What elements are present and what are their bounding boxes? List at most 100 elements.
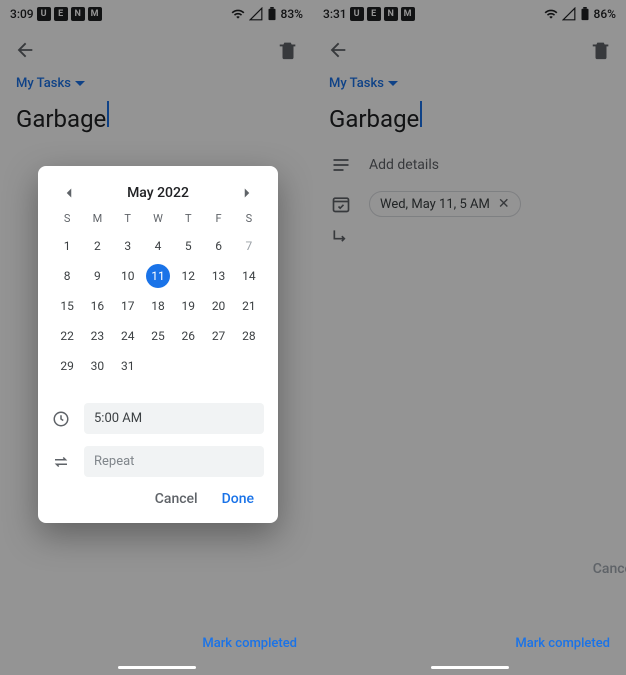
- calendar-day: [234, 351, 264, 381]
- task-title-input[interactable]: Garbage: [313, 101, 626, 147]
- repeat-field[interactable]: Repeat: [84, 446, 264, 477]
- text-cursor: [107, 101, 109, 127]
- task-title-text: Garbage: [16, 105, 106, 133]
- clock-icon: [52, 410, 70, 428]
- calendar-day[interactable]: 27: [203, 321, 233, 351]
- signal-icon: [249, 7, 263, 21]
- battery-text: 83%: [281, 7, 303, 21]
- notif-icon-e: E: [367, 7, 381, 21]
- list-selector[interactable]: My Tasks: [0, 72, 313, 101]
- wifi-icon: [231, 7, 245, 21]
- calendar-day[interactable]: 20: [203, 291, 233, 321]
- calendar-day[interactable]: 12: [173, 261, 203, 291]
- text-cursor: [420, 101, 422, 127]
- calendar-day[interactable]: 18: [143, 291, 173, 321]
- home-indicator: [118, 666, 196, 669]
- chip-remove-icon[interactable]: ✕: [498, 196, 510, 212]
- notif-icon-n: N: [384, 7, 398, 21]
- calendar-day[interactable]: 22: [52, 321, 82, 351]
- list-label: My Tasks: [16, 76, 71, 91]
- calendar-day[interactable]: 3: [113, 231, 143, 261]
- notif-icon-m: M: [88, 7, 102, 21]
- list-selector[interactable]: My Tasks: [313, 72, 626, 101]
- dropdown-icon: [75, 79, 85, 89]
- calendar-day[interactable]: 16: [82, 291, 112, 321]
- calendar-day[interactable]: 9: [82, 261, 112, 291]
- dow-w: W: [143, 212, 173, 225]
- back-icon[interactable]: [327, 39, 349, 61]
- calendar-day[interactable]: 10: [113, 261, 143, 291]
- mark-completed-button[interactable]: Mark completed: [515, 636, 610, 651]
- status-bar: 3:31 U E N M 86%: [313, 0, 626, 28]
- calendar-day[interactable]: 4: [143, 231, 173, 261]
- calendar-day[interactable]: 5: [173, 231, 203, 261]
- calendar-day: [173, 351, 203, 381]
- calendar-day: [203, 351, 233, 381]
- calendar-day[interactable]: 29: [52, 351, 82, 381]
- done-button[interactable]: Done: [222, 491, 254, 507]
- calendar-day[interactable]: 15: [52, 291, 82, 321]
- dow-header: S M T W T F S: [52, 212, 264, 231]
- delete-icon[interactable]: [277, 39, 299, 61]
- calendar-day[interactable]: 14: [234, 261, 264, 291]
- calendar-day[interactable]: 2: [82, 231, 112, 261]
- calendar-day[interactable]: 1: [52, 231, 82, 261]
- calendar-day[interactable]: 11: [143, 261, 173, 291]
- subtask-icon: [331, 227, 351, 247]
- calendar-icon: [331, 194, 351, 214]
- dow-s2: S: [234, 212, 264, 225]
- phone-left: 3:09 U E N M 83% My Tasks Garbage May 20…: [0, 0, 313, 675]
- wifi-icon: [544, 7, 558, 21]
- notif-icon-e: E: [54, 7, 68, 21]
- calendar-day[interactable]: 21: [234, 291, 264, 321]
- details-icon: [331, 155, 351, 175]
- status-time: 3:09: [10, 7, 34, 21]
- app-bar: [0, 28, 313, 72]
- calendar-day[interactable]: 17: [113, 291, 143, 321]
- calendar-day[interactable]: 25: [143, 321, 173, 351]
- date-row: Wed, May 11, 5 AM ✕: [313, 183, 626, 225]
- list-label: My Tasks: [329, 76, 384, 91]
- details-row[interactable]: Add details: [313, 147, 626, 183]
- notif-icon-m: M: [401, 7, 415, 21]
- calendar-day[interactable]: 24: [113, 321, 143, 351]
- details-placeholder: Add details: [369, 157, 439, 173]
- back-icon[interactable]: [14, 39, 36, 61]
- time-field[interactable]: 5:00 AM: [84, 403, 264, 434]
- calendar-day[interactable]: 28: [234, 321, 264, 351]
- dow-t: T: [113, 212, 143, 225]
- calendar-day[interactable]: 31: [113, 351, 143, 381]
- cancel-button[interactable]: Cancel: [155, 491, 198, 507]
- task-title-input[interactable]: Garbage: [0, 101, 313, 147]
- calendar-day[interactable]: 7: [234, 231, 264, 261]
- calendar-day[interactable]: 26: [173, 321, 203, 351]
- battery-text: 86%: [594, 7, 616, 21]
- calendar-day[interactable]: 30: [82, 351, 112, 381]
- dow-t2: T: [173, 212, 203, 225]
- phone-right: 3:31 U E N M 86% My Tasks Garbage Add de…: [313, 0, 626, 675]
- notif-icon-n: N: [71, 7, 85, 21]
- date-time-dialog: May 2022 S M T W T F S 12345678910111213…: [38, 166, 278, 523]
- app-bar: [313, 28, 626, 72]
- prev-month-icon[interactable]: [60, 184, 78, 202]
- date-chip[interactable]: Wed, May 11, 5 AM ✕: [369, 191, 521, 217]
- calendar-day[interactable]: 23: [82, 321, 112, 351]
- calendar-day[interactable]: 13: [203, 261, 233, 291]
- battery-icon: [267, 7, 277, 21]
- mark-completed-button[interactable]: Mark completed: [202, 636, 297, 651]
- notif-icon-u: U: [37, 7, 51, 21]
- calendar-day[interactable]: 19: [173, 291, 203, 321]
- month-label: May 2022: [127, 185, 189, 201]
- home-indicator: [431, 666, 509, 669]
- calendar-day: [143, 351, 173, 381]
- calendar-grid: 1234567891011121314151617181920212223242…: [52, 231, 264, 381]
- next-month-icon[interactable]: [238, 184, 256, 202]
- signal-icon: [562, 7, 576, 21]
- subtask-row[interactable]: [313, 225, 626, 255]
- dow-f: F: [203, 212, 233, 225]
- calendar-day[interactable]: 8: [52, 261, 82, 291]
- cancel-button[interactable]: Cancel: [593, 561, 626, 577]
- delete-icon[interactable]: [590, 39, 612, 61]
- calendar-day[interactable]: 6: [203, 231, 233, 261]
- repeat-icon: [52, 453, 70, 471]
